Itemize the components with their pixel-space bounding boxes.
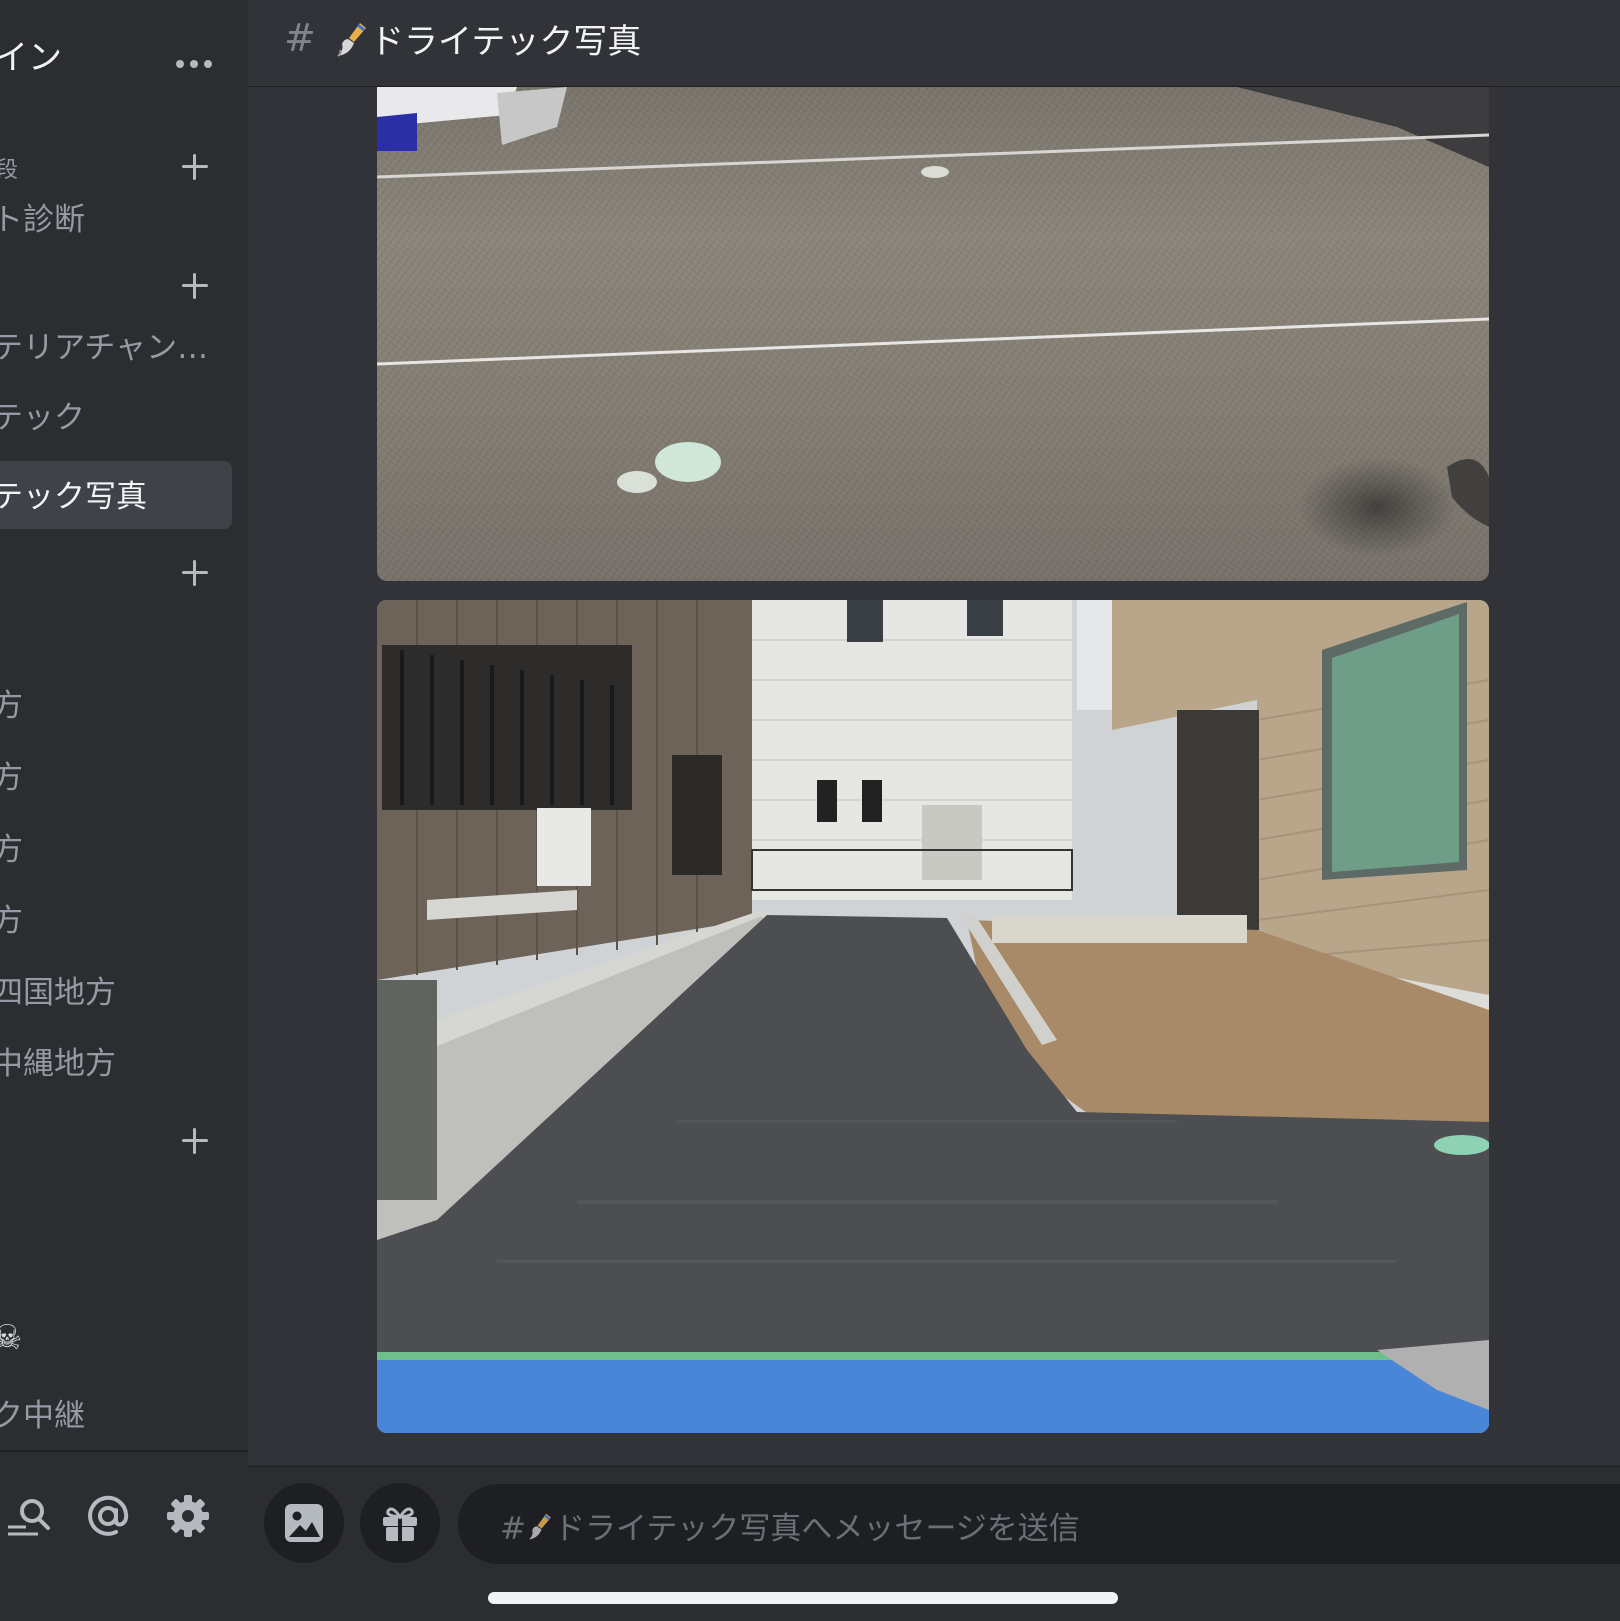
paint-brush-icon bbox=[334, 20, 370, 60]
channel-label: テック bbox=[0, 400, 85, 436]
channel-label: 方 bbox=[0, 832, 23, 868]
channel-item[interactable]: 方 bbox=[0, 740, 232, 808]
mention-icon[interactable] bbox=[86, 1494, 130, 1538]
channel-item[interactable]: 中縄地方 bbox=[0, 1026, 232, 1094]
message-area bbox=[248, 87, 1620, 1465]
image-icon bbox=[285, 1504, 323, 1542]
hash-icon: # bbox=[284, 16, 316, 60]
attachment-image-pavement[interactable] bbox=[377, 87, 1489, 581]
placeholder-text: ドライテック写真へメッセージを送信 bbox=[553, 1511, 1080, 1547]
channel-label: 四国地方 bbox=[0, 975, 116, 1011]
channel-label: ト診断 bbox=[0, 202, 85, 238]
placeholder-hash: # bbox=[500, 1511, 526, 1547]
channel-item[interactable]: 方 bbox=[0, 883, 232, 951]
channel-label: ク中継 bbox=[0, 1398, 85, 1434]
sidebar-divider bbox=[0, 1450, 248, 1452]
add-channel-icon[interactable] bbox=[180, 152, 210, 182]
channel-item[interactable]: ク中継 bbox=[0, 1378, 232, 1446]
message-composer: # ドライテック写真へメッセージを送信 bbox=[248, 1466, 1620, 1621]
message-input-placeholder: # ドライテック写真へメッセージを送信 bbox=[500, 1503, 1080, 1548]
search-user-icon[interactable] bbox=[6, 1494, 50, 1538]
channel-item[interactable]: 方 bbox=[0, 668, 232, 736]
skull-emoji-icon: ☠ bbox=[0, 1318, 23, 1358]
more-options-icon[interactable] bbox=[176, 58, 212, 70]
paint-brush-icon bbox=[529, 1513, 551, 1540]
attach-image-button[interactable] bbox=[264, 1483, 344, 1563]
channel-label: 方 bbox=[0, 760, 23, 796]
channel-sidebar: イン 段 ト診断 テリアチャン… テック テック写真 方 方 方 方 四国地方 … bbox=[0, 0, 248, 1620]
gift-icon bbox=[383, 1507, 417, 1541]
channel-header: # ドライテック写真 bbox=[248, 0, 1620, 87]
channel-item[interactable]: テック bbox=[0, 380, 232, 448]
settings-gear-icon[interactable] bbox=[166, 1494, 210, 1538]
channel-label: 中縄地方 bbox=[0, 1046, 116, 1082]
gift-button[interactable] bbox=[360, 1483, 440, 1563]
channel-item[interactable]: 四国地方 bbox=[0, 955, 232, 1023]
channel-label: テック写真 bbox=[0, 479, 147, 515]
channel-label: 方 bbox=[0, 688, 23, 724]
add-channel-icon[interactable] bbox=[180, 271, 210, 301]
channel-name: ドライテック写真 bbox=[370, 22, 642, 62]
attachment-image-driveway[interactable] bbox=[377, 600, 1489, 1433]
add-channel-icon[interactable] bbox=[180, 558, 210, 588]
channel-item[interactable]: 方 bbox=[0, 812, 232, 880]
channel-item[interactable]: テリアチャン… bbox=[0, 310, 232, 378]
home-indicator bbox=[488, 1592, 1118, 1604]
add-channel-icon[interactable] bbox=[180, 1126, 210, 1156]
category-label[interactable]: 段 bbox=[0, 152, 18, 184]
channel-label: 方 bbox=[0, 903, 23, 939]
channel-item-active[interactable]: テック写真 bbox=[0, 461, 232, 529]
channel-item[interactable]: ト診断 bbox=[0, 182, 232, 250]
channel-label: テリアチャン… bbox=[0, 330, 209, 366]
server-title[interactable]: イン bbox=[0, 30, 62, 79]
